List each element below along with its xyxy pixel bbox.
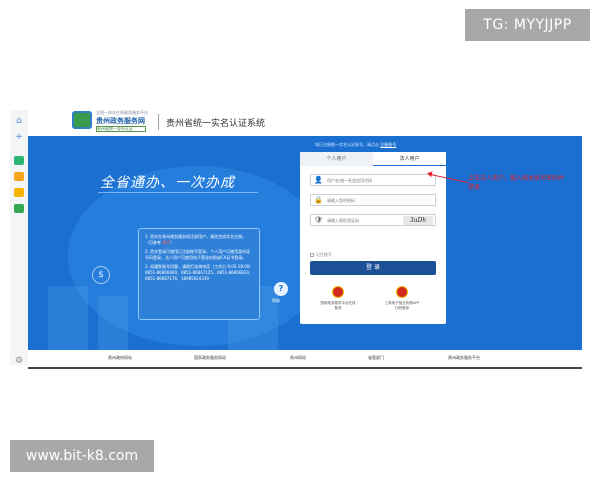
browser-viewport: 全国一体化在线政务服务平台 贵州政务服务网 贵州省统一身份认证 贵州省统一实名认… xyxy=(28,104,582,369)
site-watermark: www.bit-k8.com xyxy=(10,440,154,472)
annotation-text: 点击法人用户，输入相关账号密码并登录 xyxy=(468,175,565,191)
lock-icon: 🔒 xyxy=(314,196,323,204)
logo-title[interactable]: 贵州政务服务网 xyxy=(96,116,145,126)
hero-slogan: 全省通办、一次办成 xyxy=(100,175,235,191)
login-button[interactable]: 登 录 xyxy=(310,261,436,275)
app-icon-yellow[interactable] xyxy=(14,188,24,197)
footer-link[interactable]: 贵州网站 xyxy=(290,355,306,361)
captcha-image[interactable]: 3uDh xyxy=(403,216,433,225)
home-icon[interactable]: ⌂ xyxy=(14,116,24,126)
app-icon-orange[interactable] xyxy=(14,172,24,181)
notice-item: 2. 首次登录可使用已注册账号登录，个人用户可使用身份证号码登录，法人用户可使用… xyxy=(145,249,251,260)
national-emblem-icon[interactable] xyxy=(332,286,344,298)
password-field[interactable]: 🔒 xyxy=(310,194,436,206)
settings-icon[interactable]: ⚙ xyxy=(14,356,24,366)
tg-watermark: TG: MYYJJPP xyxy=(465,9,590,41)
footer-link[interactable]: 贵州政务服务平台 xyxy=(448,355,480,361)
portal-logo-icon[interactable] xyxy=(72,111,92,129)
national-login-label[interactable]: 国家政务服务平台在线登录 xyxy=(320,301,356,311)
footer-links: 贵州政府网站 国家政务服务网站 贵州网站 省直部门 贵州政务服务平台 xyxy=(28,350,582,367)
hero-banner: 全省通办、一次办成 $ 1. 首次在贵州政务服务网注册用户，请先完成实名注册。（… xyxy=(28,136,582,350)
slogan-underline xyxy=(98,192,258,193)
user-icon: 👤 xyxy=(314,176,323,184)
password-input[interactable] xyxy=(327,196,427,205)
remember-checkbox[interactable] xyxy=(310,253,314,257)
dollar-icon: $ xyxy=(92,266,110,284)
system-title: 贵州省统一实名认证系统 xyxy=(166,119,266,129)
footer-link[interactable]: 贵州政府网站 xyxy=(108,355,132,361)
building-graphic xyxy=(98,296,128,350)
username-input[interactable] xyxy=(327,176,427,185)
remember-account[interactable]: 记住账号 xyxy=(310,252,332,258)
footer-link[interactable]: 国家政务服务网站 xyxy=(194,355,226,361)
notice-link[interactable]: 操作 xyxy=(162,240,170,245)
license-login-label[interactable]: 工商电子营业执照APP扫码登录 xyxy=(384,301,420,311)
building-graphic xyxy=(48,286,88,350)
help-icon[interactable]: ? xyxy=(274,282,288,296)
screenshot-canvas: TG: MYYJJPP ⌂ + ⚙ 全国一体化在线政务服务平台 贵州政务服务网 … xyxy=(0,0,600,480)
username-field[interactable]: 👤 xyxy=(310,174,436,186)
header-divider xyxy=(158,114,159,130)
browser-sidebar: ⌂ + ⚙ xyxy=(10,110,28,366)
register-hint: 如已注册统一实名认证账号，请点击 注册账号 xyxy=(315,142,397,147)
register-link[interactable]: 注册账号 xyxy=(380,142,396,147)
notice-item: 3. 如遇到账号问题，请拨打咨询电话（工作日 9:00-18:00）0851-8… xyxy=(145,264,253,281)
business-license-icon[interactable] xyxy=(396,286,408,298)
help-label[interactable]: 帮助 xyxy=(272,298,280,304)
captcha-field[interactable]: 🛡 3uDh xyxy=(310,214,436,226)
app-icon-wallet[interactable] xyxy=(14,204,24,213)
footer-link[interactable]: 省直部门 xyxy=(368,355,384,361)
app-icon-green[interactable] xyxy=(14,156,24,165)
site-header: 全国一体化在线政务服务平台 贵州政务服务网 贵州省统一身份认证 贵州省统一实名认… xyxy=(28,104,582,136)
shield-icon: 🛡 xyxy=(314,216,323,224)
logo-subtitle: 贵州省统一身份认证 xyxy=(96,126,146,132)
add-icon[interactable]: + xyxy=(14,132,24,142)
notice-panel: 1. 首次在贵州政务服务网注册用户，请先完成实名注册。（可参考 操作） 2. 首… xyxy=(138,228,260,320)
login-panel: 个人用户 法人用户 👤 🔒 🛡 3uDh 记住账号 xyxy=(300,152,446,324)
tab-personal-user[interactable]: 个人用户 xyxy=(300,152,373,166)
notice-item: 1. 首次在贵州政务服务网注册用户，请先完成实名注册。（可参考 操作） xyxy=(145,234,247,245)
tab-legal-user[interactable]: 法人用户 xyxy=(373,152,446,166)
